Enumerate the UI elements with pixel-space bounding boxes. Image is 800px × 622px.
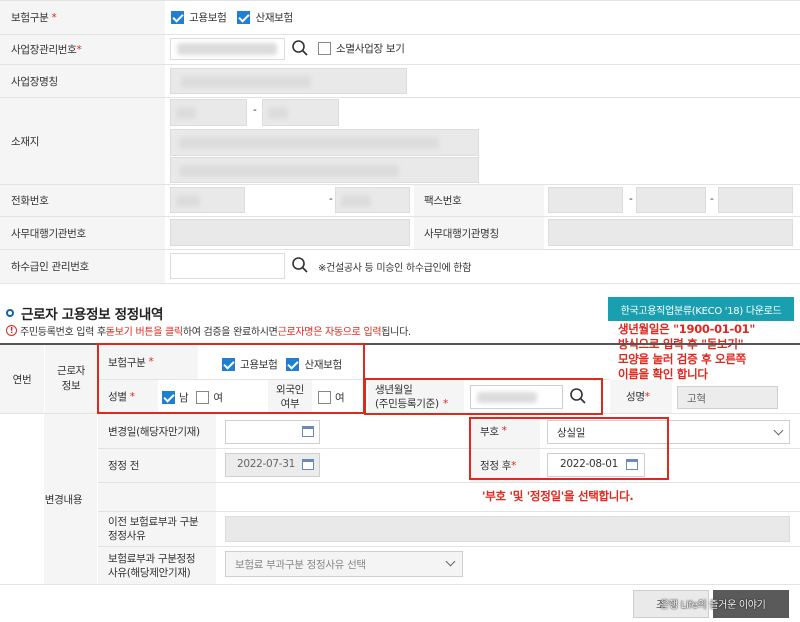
fax-label: 팩스번호 (414, 185, 544, 216)
fax-field-2 (636, 187, 706, 213)
section-header: 근로자 고용정보 정정내역 (6, 303, 163, 323)
search-icon[interactable] (291, 39, 309, 57)
before-date-calendar-icon (302, 459, 314, 470)
warning-icon: ! (6, 325, 17, 336)
phone-dash-1: - (329, 193, 333, 205)
notice-highlight-2: 근로자명은 자동으로 입력 (277, 327, 382, 338)
section-bullet-icon (6, 309, 14, 317)
seq-label: 연번 (0, 345, 44, 413)
agency-no-field (170, 219, 410, 246)
notice-text-3: 됩니다. (381, 327, 411, 338)
subcontractor-label: 하수급인 관리번호 (0, 250, 165, 283)
highlight-insurance-gender (97, 343, 365, 414)
subcontractor-note: ※건설공사 등 미승인 하수급인에 한함 (318, 263, 472, 274)
section-title: 근로자 고용정보 정정내역 (21, 307, 164, 323)
empty-label-cell (98, 483, 216, 511)
name-label: 성명 * (610, 380, 672, 413)
workplace-name-label: 사업장명칭 (0, 65, 165, 97)
fax-field-1 (548, 187, 623, 213)
prev-reason-field (225, 516, 790, 542)
subcontractor-search-icon[interactable] (291, 256, 309, 274)
fax-field-3 (718, 187, 793, 213)
postcode-field-2 (262, 99, 339, 126)
highlight-code-date (469, 417, 669, 480)
reason-label: 보험료부과 구분정정 사유(해당제안기재) (98, 547, 216, 584)
employment-insurance-checkbox[interactable] (171, 11, 184, 24)
worker-info-label: 근로자 정보 (45, 345, 97, 413)
fax-dash-1: - (629, 193, 633, 205)
closed-workplace-label: 소멸사업장 보기 (336, 43, 405, 55)
workplace-mgmt-no-label: 사업장관리번호 * (0, 35, 165, 64)
notice: ! 주민등록번호 입력 후 돋보기 버튼을 클릭 하여 검증을 완료하시면 근로… (6, 323, 411, 338)
notice-text-2: 하여 검증을 완료하시면 (182, 327, 278, 338)
workplace-mgmt-no-input[interactable] (170, 38, 285, 60)
agency-name-label: 사무대행기관명칭 (414, 217, 544, 249)
phone-field-1 (170, 187, 245, 213)
phone-field-2 (335, 187, 410, 213)
subcontractor-input[interactable] (170, 253, 285, 279)
phone-label: 전화번호 (0, 185, 165, 216)
change-date-calendar-icon[interactable] (302, 426, 314, 437)
industrial-insurance-label: 산재보험 (255, 12, 293, 24)
address-label: 소재지 (0, 98, 165, 184)
seq-empty-cell (0, 414, 44, 584)
annotation-birthdate: 생년월일은 "1900-01-01" 방식으로 입력 후 "돋보기" 모양을 눌… (618, 322, 756, 381)
watermark: 은행 Life의 즐거운 이야기 (660, 600, 766, 611)
address-dash: - (253, 104, 257, 116)
agency-no-label: 사무대행기관번호 (0, 217, 165, 249)
prev-reason-label: 이전 보험료부과 구분 정정사유 (98, 512, 216, 546)
before-label: 정정 전 (98, 449, 216, 482)
employment-insurance-label: 고용보험 (189, 12, 227, 24)
agency-name-field (548, 219, 793, 246)
notice-text-1: 주민등록번호 입력 후 (20, 327, 106, 338)
annotation-select: '부호 '및 '정정일'을 선택합니다. (482, 489, 634, 503)
notice-highlight-1: 돋보기 버튼을 클릭 (105, 327, 183, 338)
address-line-1 (170, 129, 479, 156)
change-date-label: 변경일(해당자만기재) (98, 414, 216, 448)
industrial-insurance-checkbox[interactable] (237, 11, 251, 24)
workplace-name-field (170, 68, 407, 94)
closed-workplace-checkbox[interactable] (318, 42, 331, 55)
reason-select[interactable]: 보험료 부과구분 정정사유 선택 (225, 551, 463, 577)
keco-download-button[interactable]: 한국고용직업분류(KECO '18) 다운로드 (608, 297, 794, 321)
highlight-birthdate (364, 378, 603, 415)
name-field: 고혁 (677, 386, 778, 409)
postcode-field-1 (170, 99, 247, 126)
fax-dash-2: - (710, 193, 714, 205)
insurance-type-label: 보험구분 * (0, 1, 165, 34)
address-line-2 (170, 157, 479, 183)
